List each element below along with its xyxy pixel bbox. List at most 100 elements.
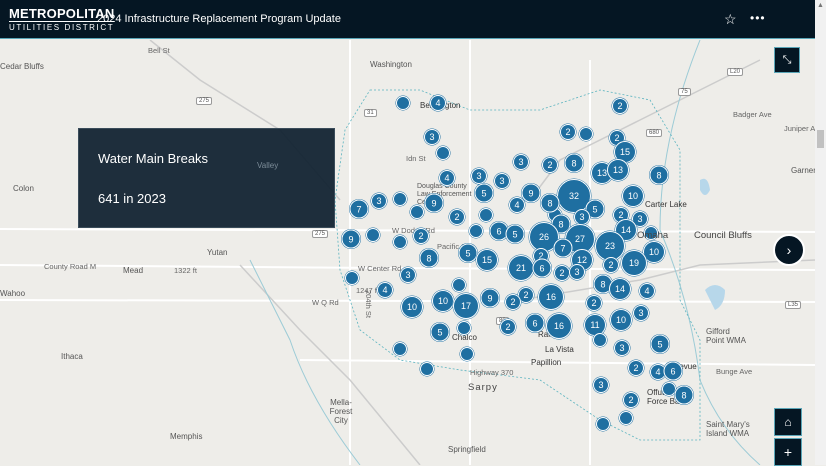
zoom-in-button[interactable]: + — [774, 438, 802, 466]
break-cluster-marker[interactable]: 2 — [554, 265, 570, 281]
break-cluster-marker[interactable] — [579, 127, 593, 141]
break-cluster-marker[interactable]: 9 — [341, 229, 361, 249]
break-cluster-marker[interactable]: 10 — [401, 296, 423, 318]
map-label: Wahoo — [0, 289, 26, 298]
break-cluster-marker[interactable] — [393, 235, 407, 249]
break-cluster-marker[interactable]: 14 — [609, 278, 631, 300]
break-cluster-marker[interactable]: 6 — [525, 313, 545, 333]
break-cluster-marker[interactable]: 9 — [521, 183, 541, 203]
map-label: Carter Lake — [645, 200, 687, 209]
break-cluster-marker[interactable] — [469, 224, 483, 238]
break-cluster-marker[interactable]: 5 — [474, 183, 494, 203]
story-title: 2024 Infrastructure Replacement Program … — [97, 13, 341, 25]
break-cluster-marker[interactable]: 19 — [621, 250, 647, 276]
break-cluster-marker[interactable]: 2 — [413, 228, 429, 244]
break-cluster-marker[interactable]: 3 — [424, 129, 440, 145]
break-cluster-marker[interactable]: 6 — [532, 258, 552, 278]
break-cluster-marker[interactable]: 4 — [430, 95, 446, 111]
break-cluster-marker[interactable]: 2 — [603, 257, 619, 273]
home-button[interactable]: ⌂ — [774, 408, 802, 436]
plus-icon: + — [783, 444, 793, 460]
map[interactable]: Cedar Bluffs Washington Bell St Benningt… — [0, 40, 815, 465]
break-cluster-marker[interactable]: 3 — [471, 168, 487, 184]
break-cluster-marker[interactable]: 8 — [674, 385, 694, 405]
break-cluster-marker[interactable] — [457, 321, 471, 335]
break-cluster-marker[interactable]: 8 — [649, 165, 669, 185]
break-cluster-marker[interactable]: 10 — [622, 185, 644, 207]
break-cluster-marker[interactable]: 3 — [513, 154, 529, 170]
break-cluster-marker[interactable]: 3 — [371, 193, 387, 209]
next-slide-button[interactable]: › — [773, 234, 805, 266]
break-cluster-marker[interactable]: 9 — [480, 288, 500, 308]
break-cluster-marker[interactable]: 15 — [476, 249, 498, 271]
map-label: Ithaca — [61, 352, 83, 361]
break-cluster-marker[interactable]: 8 — [419, 248, 439, 268]
break-cluster-marker[interactable]: 10 — [432, 290, 454, 312]
break-cluster-marker[interactable] — [420, 362, 434, 376]
break-cluster-marker[interactable] — [460, 347, 474, 361]
break-cluster-marker[interactable]: 4 — [439, 170, 455, 186]
break-cluster-marker[interactable]: 2 — [560, 124, 576, 140]
info-panel: Water Main Breaks 641 in 2023 — [78, 128, 335, 228]
break-cluster-marker[interactable]: 7 — [553, 238, 573, 258]
break-cluster-marker[interactable]: 3 — [400, 267, 416, 283]
break-cluster-marker[interactable]: 4 — [509, 197, 525, 213]
break-cluster-marker[interactable]: 5 — [458, 243, 478, 263]
break-cluster-marker[interactable]: 2 — [505, 294, 521, 310]
break-cluster-marker[interactable]: 17 — [453, 293, 479, 319]
break-cluster-marker[interactable]: 8 — [564, 153, 584, 173]
break-cluster-marker[interactable]: 10 — [610, 309, 632, 331]
break-cluster-marker[interactable]: 2 — [500, 319, 516, 335]
break-cluster-marker[interactable]: 4 — [377, 282, 393, 298]
break-cluster-marker[interactable]: 13 — [607, 159, 629, 181]
break-cluster-marker[interactable] — [410, 205, 424, 219]
break-cluster-marker[interactable]: 5 — [650, 334, 670, 354]
break-cluster-marker[interactable]: 3 — [593, 377, 609, 393]
break-cluster-marker[interactable]: 7 — [349, 199, 369, 219]
break-cluster-marker[interactable]: 2 — [449, 209, 465, 225]
break-cluster-marker[interactable]: 9 — [424, 193, 444, 213]
break-cluster-marker[interactable] — [596, 417, 610, 431]
map-label: Memphis — [170, 432, 203, 441]
break-cluster-marker[interactable]: 6 — [663, 361, 683, 381]
break-cluster-marker[interactable] — [393, 342, 407, 356]
map-label: Valley — [257, 161, 279, 170]
break-cluster-marker[interactable]: 16 — [538, 284, 564, 310]
break-cluster-marker[interactable] — [396, 96, 410, 110]
break-cluster-marker[interactable] — [619, 411, 633, 425]
break-cluster-marker[interactable]: 16 — [546, 313, 572, 339]
break-cluster-marker[interactable]: 21 — [508, 255, 534, 281]
star-icon[interactable]: ☆ — [724, 11, 737, 28]
break-cluster-marker[interactable]: 5 — [505, 224, 525, 244]
break-cluster-marker[interactable] — [436, 146, 450, 160]
break-cluster-marker[interactable]: 3 — [494, 173, 510, 189]
break-cluster-marker[interactable]: 8 — [540, 193, 560, 213]
map-label: Juniper Ave — [784, 124, 815, 133]
break-cluster-marker[interactable]: 5 — [430, 322, 450, 342]
map-label: Omaha — [637, 230, 669, 241]
expand-button[interactable]: ⤡ — [774, 47, 800, 73]
break-cluster-marker[interactable] — [479, 208, 493, 222]
map-label: Saint Mary's Island WMA — [706, 420, 750, 438]
break-cluster-marker[interactable] — [345, 271, 359, 285]
ellipsis-icon[interactable]: ••• — [750, 11, 766, 25]
scroll-thumb[interactable] — [817, 130, 824, 148]
break-cluster-marker[interactable]: 3 — [569, 264, 585, 280]
break-cluster-marker[interactable]: 3 — [633, 305, 649, 321]
break-cluster-marker[interactable]: 4 — [639, 283, 655, 299]
break-cluster-marker[interactable] — [452, 278, 466, 292]
break-cluster-marker[interactable]: 3 — [614, 340, 630, 356]
break-cluster-marker[interactable]: 2 — [542, 157, 558, 173]
break-cluster-marker[interactable]: 3 — [574, 209, 590, 225]
scrollbar[interactable]: ▲ — [815, 0, 826, 465]
break-cluster-marker[interactable] — [366, 228, 380, 242]
break-cluster-marker[interactable]: 2 — [623, 392, 639, 408]
logo-line2: UTILITIES DISTRICT — [9, 23, 115, 32]
break-cluster-marker[interactable] — [593, 333, 607, 347]
highway-shield: 680 — [646, 129, 663, 137]
scroll-up-icon[interactable]: ▲ — [817, 2, 824, 9]
break-cluster-marker[interactable] — [393, 192, 407, 206]
break-cluster-marker[interactable]: 2 — [628, 360, 644, 376]
break-cluster-marker[interactable]: 2 — [586, 295, 602, 311]
break-cluster-marker[interactable]: 2 — [612, 98, 628, 114]
